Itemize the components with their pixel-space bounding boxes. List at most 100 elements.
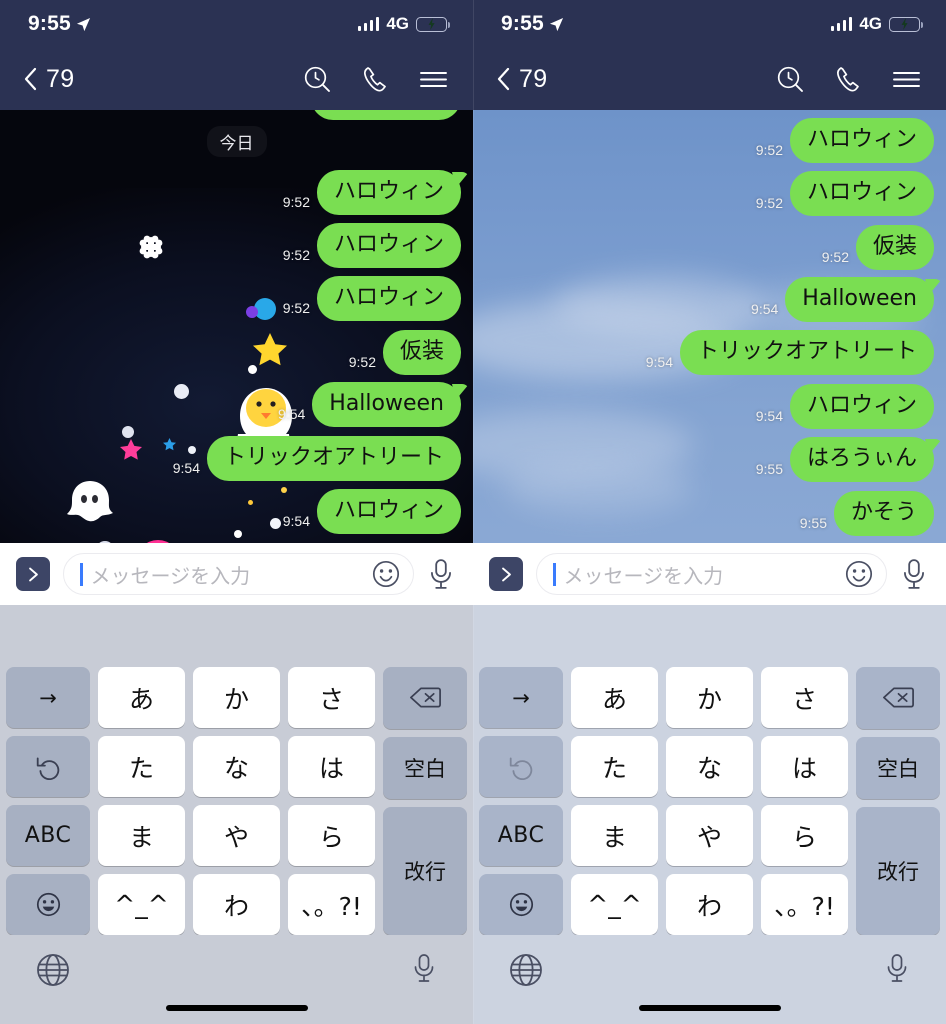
- message-bubble[interactable]: かそう: [833, 491, 934, 536]
- message-row[interactable]: 9:52 仮装: [349, 330, 461, 375]
- message-bubble[interactable]: ハロウィン: [789, 118, 934, 163]
- globe-language-icon[interactable]: [36, 953, 70, 987]
- key-delete[interactable]: [383, 667, 467, 729]
- key-kaomoji[interactable]: ^_^: [98, 874, 185, 935]
- message-row[interactable]: 9:52 ハロウィン: [283, 276, 461, 321]
- message-bubble[interactable]: トリックオアトリート: [206, 436, 461, 481]
- phone-icon[interactable]: [360, 64, 391, 95]
- message-row[interactable]: 9:54 トリックオアトリート: [646, 330, 934, 375]
- message-bubble[interactable]: はろうぃん: [789, 437, 934, 482]
- message-bubble[interactable]: ハロウィン: [316, 223, 461, 268]
- home-indicator[interactable]: [638, 1005, 781, 1011]
- message-row[interactable]: 9:54 Halloween: [278, 382, 461, 427]
- key-ya[interactable]: や: [666, 805, 753, 866]
- key-undo[interactable]: [479, 736, 563, 797]
- message-row[interactable]: 9:52 ハロウィン: [756, 118, 934, 163]
- message-row[interactable]: 9:52 ハロウィン: [756, 171, 934, 216]
- smiley-face-icon[interactable]: [372, 560, 400, 588]
- message-row[interactable]: 9:55 かそう: [800, 491, 934, 536]
- home-indicator[interactable]: [165, 1005, 308, 1011]
- key-sa[interactable]: さ: [761, 667, 848, 728]
- key-abc[interactable]: ABC: [479, 805, 563, 866]
- key-enter[interactable]: 改行: [856, 806, 940, 935]
- key-kaomoji[interactable]: ^_^: [571, 874, 658, 935]
- chat-area-right[interactable]: 9:52 ハロウィン 9:52 ハロウィン 9:52 仮装 9:54 Hallo…: [473, 110, 946, 543]
- key-undo[interactable]: [6, 736, 90, 797]
- message-bubble[interactable]: 仮装: [855, 225, 934, 270]
- key-ya[interactable]: や: [193, 805, 280, 866]
- message-bubble[interactable]: ハロウィン: [316, 489, 461, 534]
- keyboard-left[interactable]: → ABC あ か さ た な は ま や ら ^_^ わ 、。?! 空白 改行: [0, 605, 473, 1024]
- microphone-icon[interactable]: [884, 953, 910, 985]
- message-input-field[interactable]: メッセージを入力: [63, 553, 414, 595]
- message-row[interactable]: 9:54 ハロウィン: [283, 489, 461, 534]
- keyboard-right[interactable]: → ABC あ か さ た な は ま や ら ^_^ わ 、。?! 空白 改行: [473, 605, 946, 1024]
- key-emoji[interactable]: [479, 874, 563, 935]
- globe-language-icon[interactable]: [509, 953, 543, 987]
- key-space[interactable]: 空白: [383, 736, 467, 799]
- message-row[interactable]: 9:52 ハロウィン: [283, 223, 461, 268]
- key-ha[interactable]: は: [288, 736, 375, 797]
- message-bubble[interactable]: ハロウィン: [316, 170, 461, 215]
- message-bubble[interactable]: ハロウィン: [316, 276, 461, 321]
- key-enter[interactable]: 改行: [383, 806, 467, 935]
- key-emoji[interactable]: [6, 874, 90, 935]
- key-ra[interactable]: ら: [288, 805, 375, 866]
- key-ma[interactable]: ま: [98, 805, 185, 866]
- message-bubble[interactable]: ハロウィン: [789, 384, 934, 429]
- key-na[interactable]: な: [193, 736, 280, 797]
- key-ha[interactable]: は: [761, 736, 848, 797]
- key-ra[interactable]: ら: [761, 805, 848, 866]
- key-a[interactable]: あ: [98, 667, 185, 728]
- key-ta[interactable]: た: [571, 736, 658, 797]
- key-delete[interactable]: [856, 667, 940, 729]
- key-ka[interactable]: か: [666, 667, 753, 728]
- message-bubble-partial[interactable]: [311, 110, 461, 120]
- microphone-icon[interactable]: [427, 558, 455, 590]
- suggestion-strip[interactable]: [0, 605, 473, 667]
- search-history-icon[interactable]: [302, 64, 333, 95]
- message-bubble[interactable]: 仮装: [382, 330, 461, 375]
- back-button[interactable]: 79: [24, 65, 74, 94]
- key-a[interactable]: あ: [571, 667, 658, 728]
- smiley-face-icon[interactable]: [845, 560, 873, 588]
- send-button[interactable]: [16, 557, 50, 591]
- phone-icon[interactable]: [833, 64, 864, 95]
- message-row[interactable]: 9:54 Halloween: [751, 277, 934, 322]
- message-row[interactable]: 9:55 はろうぃん: [756, 437, 934, 482]
- key-punctuation[interactable]: 、。?!: [761, 874, 848, 935]
- suggestion-strip[interactable]: [473, 605, 946, 667]
- message-row[interactable]: 9:52 ハロウィン: [283, 170, 461, 215]
- hamburger-menu-icon[interactable]: [891, 64, 922, 95]
- search-history-icon[interactable]: [775, 64, 806, 95]
- key-abc[interactable]: ABC: [6, 805, 90, 866]
- key-punctuation[interactable]: 、。?!: [288, 874, 375, 935]
- message-bubble[interactable]: Halloween: [785, 277, 934, 322]
- message-bubble[interactable]: トリックオアトリート: [679, 330, 934, 375]
- key-ka[interactable]: か: [193, 667, 280, 728]
- message-row[interactable]: 9:54 トリックオアトリート: [173, 436, 461, 481]
- key-na[interactable]: な: [666, 736, 753, 797]
- message-row[interactable]: 9:54 ハロウィン: [756, 384, 934, 429]
- chat-area-left[interactable]: 今日 9:52 ハロウィン 9:52 ハロウィン 9:52 ハロウィン 9:52…: [0, 110, 473, 543]
- hamburger-menu-icon[interactable]: [418, 64, 449, 95]
- key-arrow-right[interactable]: →: [6, 667, 90, 728]
- key-arrow-right[interactable]: →: [479, 667, 563, 728]
- message-row[interactable]: 9:52 仮装: [822, 225, 934, 270]
- key-space[interactable]: 空白: [856, 736, 940, 799]
- send-button[interactable]: [489, 557, 523, 591]
- panel-right: 9:55 4G 79 9:52 ハロウィン 9:52 ハロウィン 9:52 仮装…: [473, 0, 946, 1024]
- message-bubble[interactable]: ハロウィン: [789, 171, 934, 216]
- key-wa[interactable]: わ: [193, 874, 280, 935]
- back-button[interactable]: 79: [497, 65, 547, 94]
- microphone-icon[interactable]: [900, 558, 928, 590]
- chevron-left-icon: [24, 67, 37, 91]
- key-ta[interactable]: た: [98, 736, 185, 797]
- message-input-field[interactable]: メッセージを入力: [536, 553, 887, 595]
- key-ma[interactable]: ま: [571, 805, 658, 866]
- key-wa[interactable]: わ: [666, 874, 753, 935]
- message-bubble[interactable]: Halloween: [312, 382, 461, 427]
- key-sa[interactable]: さ: [288, 667, 375, 728]
- microphone-icon[interactable]: [411, 953, 437, 985]
- message-timestamp: 9:52: [755, 141, 783, 158]
